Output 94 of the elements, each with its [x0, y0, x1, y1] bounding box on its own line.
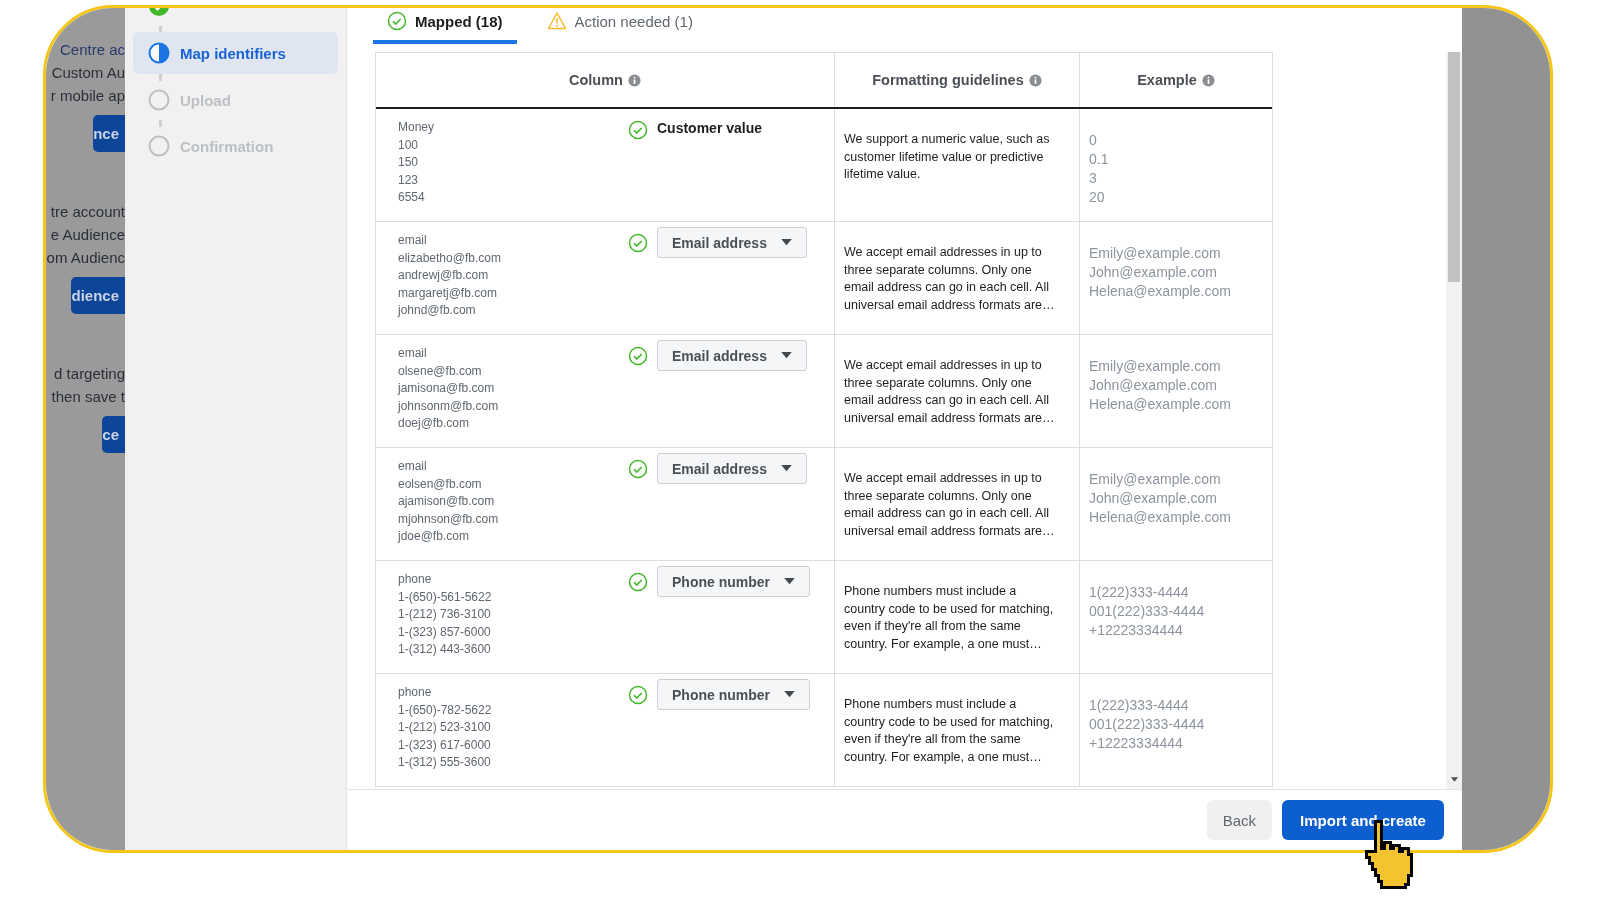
column-header: Column: [569, 72, 623, 88]
guideline-text: We support a numeric value, such as customer lifetime value or predictive lifetime value.: [844, 131, 1051, 183]
sample-value: jamisona@fb.com: [398, 380, 496, 397]
guideline-text: We accept email addresses in up to three separate columns. Only one email address can go in each cell. All universal email address formats are…: [844, 357, 1056, 427]
example-value: Emily@example.com: [1089, 470, 1222, 489]
example-value: Helena@example.com: [1089, 508, 1232, 527]
background-text: then save t: [51, 387, 125, 407]
caret-icon: [780, 239, 792, 246]
example-value: John@example.com: [1089, 263, 1218, 282]
sample-value: 100: [398, 136, 420, 154]
sample-value: 123: [398, 171, 420, 189]
check-circle-icon: [628, 346, 648, 366]
field-dropdown[interactable]: Email address: [657, 227, 807, 258]
sample-value: email: [398, 232, 428, 249]
sample-value: Money: [398, 119, 436, 136]
scrollbar[interactable]: [1446, 52, 1462, 789]
background-text: r mobile ap: [50, 86, 125, 106]
example-value: Helena@example.com: [1089, 395, 1232, 414]
guideline-text: We accept email addresses in up to three separate columns. Only one email address can go in each cell. All universal email address formats are…: [844, 470, 1056, 540]
example-value: Helena@example.com: [1089, 282, 1232, 301]
info-icon: [628, 73, 641, 87]
info-icon: [1028, 73, 1042, 87]
example-value: Emily@example.com: [1089, 244, 1222, 263]
sample-value: 150: [398, 154, 420, 171]
check-circle-icon: [628, 120, 648, 140]
sample-value: phone: [398, 684, 433, 701]
column-header: Formatting guidelines: [872, 72, 1024, 88]
info-icon: [1201, 73, 1215, 87]
check-circle-icon: [628, 572, 648, 592]
sample-value: mjohnson@fb.com: [398, 510, 500, 528]
warning-icon: [546, 11, 567, 31]
sample-value: olsene@fb.com: [398, 362, 483, 380]
field-dropdown[interactable]: Phone number: [657, 566, 810, 597]
sample-value: andrewj@fb.com: [398, 267, 490, 284]
example-value: 001(222)333-4444: [1089, 602, 1206, 621]
sample-value: ajamison@fb.com: [398, 493, 496, 510]
field-dropdown[interactable]: Email address: [657, 453, 807, 484]
caret-icon: [784, 691, 795, 698]
example-value: Emily@example.com: [1089, 357, 1222, 376]
guideline-text: Phone numbers must include a country code to be used for matching, even if they're all from the same country. For example, a one must…: [844, 696, 1055, 766]
tab[interactable]: Mapped (18): [373, 8, 517, 44]
field-dropdown[interactable]: Phone number: [657, 679, 810, 710]
sample-value: 1-(212) 736-3100: [398, 606, 492, 623]
example-value: 001(222)333-4444: [1089, 715, 1206, 734]
check-circle-icon: [387, 11, 407, 31]
example-value: 1(222)333-4444: [1089, 696, 1190, 715]
sample-value: johnsonm@fb.com: [398, 397, 500, 415]
background-text: tre account: [50, 202, 125, 222]
example-value: 1(222)333-4444: [1089, 583, 1190, 602]
example-value: 3: [1089, 169, 1098, 188]
sample-value: 6554: [398, 189, 426, 206]
tab[interactable]: Action needed (1): [532, 8, 707, 44]
sample-value: elizabetho@fb.com: [398, 249, 502, 267]
background-text: e Audience: [50, 225, 125, 245]
example-value: 0.1: [1089, 150, 1110, 169]
example-value: 0: [1089, 131, 1098, 150]
sample-value: 1-(212) 523-3100: [398, 719, 492, 736]
scrollbar-thumb[interactable]: [1448, 52, 1460, 282]
caret-icon: [780, 352, 792, 359]
caret-icon: [780, 465, 792, 472]
background-text: d targeting: [54, 364, 125, 384]
sample-value: 1-(323) 857-6000: [398, 623, 492, 641]
example-value: +12223334444: [1089, 621, 1184, 640]
guideline-text: Phone numbers must include a country code to be used for matching, even if they're all from the same country. For example, a one must…: [844, 583, 1055, 653]
sample-value: 1-(650)-782-5622: [398, 701, 493, 719]
field-dropdown[interactable]: Email address: [657, 340, 807, 371]
example-value: +12223334444: [1089, 734, 1184, 753]
sample-value: phone: [398, 571, 433, 588]
back-button[interactable]: Back: [1206, 800, 1272, 840]
sample-value: email: [398, 458, 428, 475]
sample-value: johnd@fb.com: [398, 302, 477, 319]
sample-value: 1-(323) 617-6000: [398, 736, 492, 754]
check-circle-icon: [628, 685, 648, 705]
sample-value: margaretj@fb.com: [398, 284, 498, 302]
sample-value: 1-(650)-561-5622: [398, 588, 493, 606]
check-circle-icon: [628, 459, 648, 479]
sample-value: 1-(312) 555-3600: [398, 754, 492, 771]
example-value: 20: [1089, 188, 1106, 207]
background-text: om Audienc: [46, 248, 125, 268]
mapped-field: Customer value: [657, 120, 763, 136]
sample-value: jdoe@fb.com: [398, 528, 470, 545]
sample-value: eolsen@fb.com: [398, 475, 483, 493]
check-circle-icon: [628, 233, 648, 253]
sample-value: 1-(312) 443-3600: [398, 641, 492, 658]
sample-value: doej@fb.com: [398, 415, 470, 432]
guideline-text: We accept email addresses in up to three separate columns. Only one email address can go in each cell. All universal email address formats are…: [844, 244, 1056, 314]
scroll-down-icon[interactable]: [1449, 777, 1459, 783]
background-text: Centre ac: [59, 40, 125, 60]
caret-icon: [784, 578, 795, 585]
example-value: John@example.com: [1089, 376, 1218, 395]
background-text: Custom Au: [51, 63, 125, 83]
column-header: Example: [1137, 72, 1197, 88]
example-value: John@example.com: [1089, 489, 1218, 508]
sample-value: email: [398, 345, 428, 362]
